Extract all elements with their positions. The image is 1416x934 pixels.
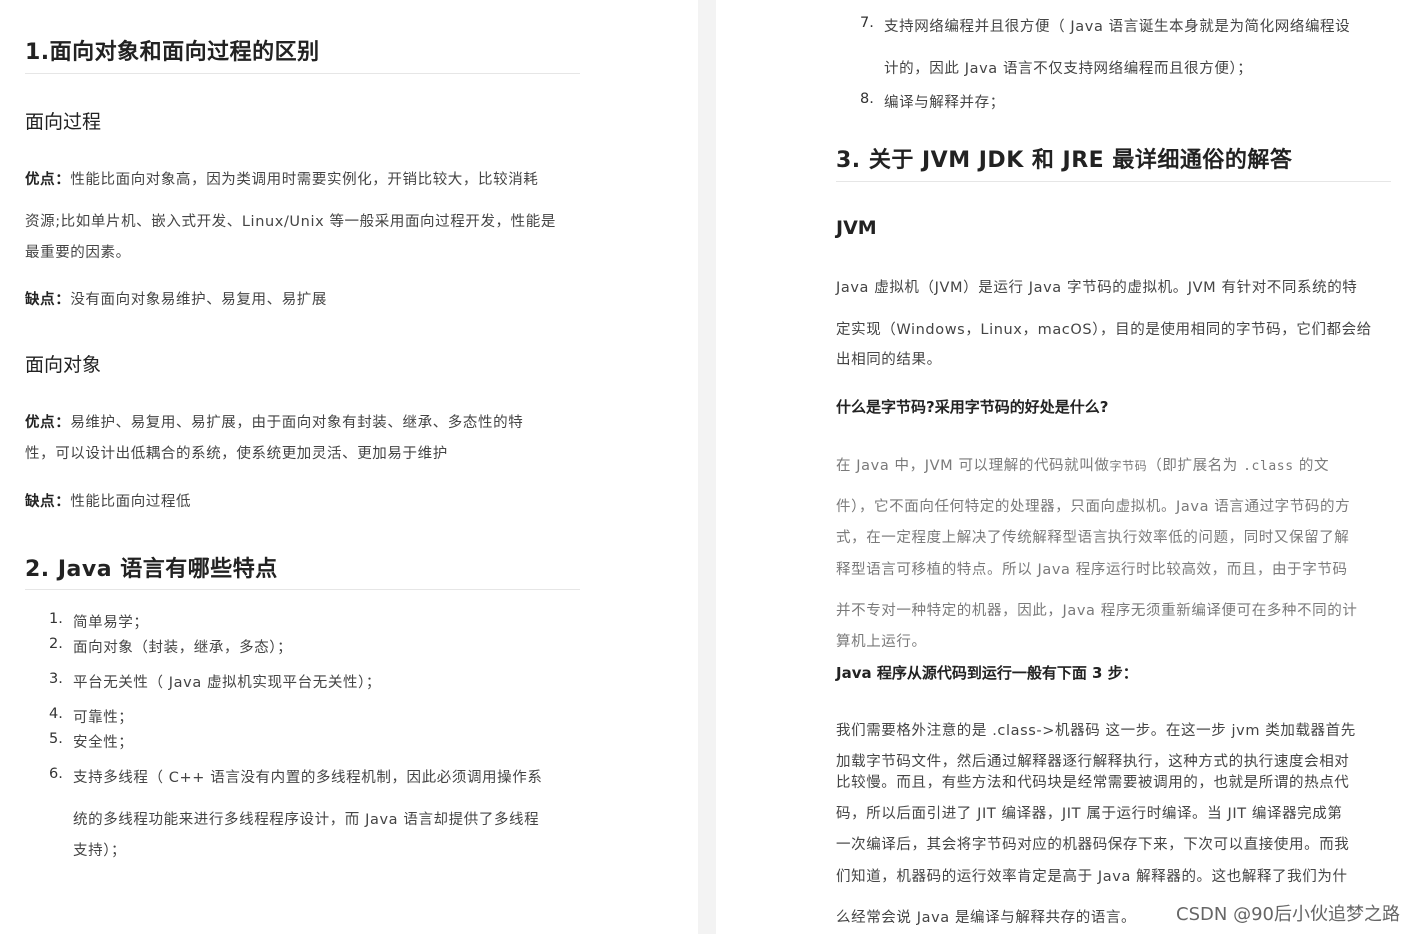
- list-item-number: 5.: [49, 731, 63, 747]
- pros-text: 性能比面向对象高，因为类调用时需要实例化，开销比较大，比较消耗: [70, 172, 539, 188]
- jvm-para-line1: Java 虚拟机（JVM）是运行 Java 字节码的虚拟机。JVM 有针对不同系…: [836, 280, 1358, 296]
- steps-para-line5: 一次编译后，其会将字节码对应的机器码保存下来，下次可以直接使用。而我: [836, 837, 1350, 853]
- cons-label: 缺点：: [25, 494, 71, 510]
- inline-code: .class: [1243, 459, 1294, 474]
- list-item-continuation: 支持）；: [73, 843, 127, 859]
- steps-para-line4: 码，所以后面引进了 JIT 编译器，JIT 属于运行时编译。当 JIT 编译器完…: [836, 806, 1343, 822]
- list-item: 支持多线程（ C++ 语言没有内置的多线程机制，因此必须调用操作系: [73, 770, 543, 786]
- list-item: 面向对象（封装，继承，多态）；: [73, 640, 293, 656]
- oo-pros-line2: 性，可以设计出低耦合的系统，使系统更加灵活、更加易于维护: [25, 446, 448, 462]
- oo-pros-line1: 优点：易维护、易复用、易扩展，由于面向对象有封装、继承、多态性的特: [25, 411, 523, 432]
- procedural-pros-line2: 资源;比如单片机、嵌入式开发、Linux/Unix 等一般采用面向过程开发，性能…: [25, 214, 556, 230]
- pros-label: 优点：: [25, 415, 71, 431]
- text: 在 Java 中，JVM 可以理解的代码就叫做: [836, 458, 1110, 474]
- list-item-continuation: 计的，因此 Java 语言不仅支持网络编程而且很方便）；: [884, 61, 1253, 77]
- jvm-heading: JVM: [836, 217, 877, 239]
- text: （即扩展名为: [1147, 458, 1244, 474]
- list-item: 安全性；: [73, 735, 134, 751]
- bytecode-para-line3: 式，在一定程度上解决了传统解释型语言执行效率低的问题，同时又保留了解: [836, 530, 1350, 546]
- list-item-number: 3.: [49, 671, 63, 687]
- divider: [836, 181, 1391, 182]
- steps-para-line6: 们知道，机器码的运行效率肯定是高于 Java 解释器的。这也解释了我们为什: [836, 869, 1348, 885]
- section-title-jvm-jdk-jre: 3. 关于 JVM JDK 和 JRE 最详细通俗的解答: [836, 148, 1293, 173]
- oo-cons: 缺点：性能比面向过程低: [25, 490, 191, 511]
- bytecode-para-line4: 释型语言可移植的特点。所以 Java 程序运行时比较高效，而且，由于字节码: [836, 562, 1348, 578]
- bytecode-para-line6: 算机上运行。: [836, 634, 927, 650]
- divider: [25, 589, 580, 590]
- bytecode-para-line5: 并不专对一种特定的机器，因此，Java 程序无须重新编译便可在多种不同的计: [836, 603, 1358, 619]
- pros-text: 易维护、易复用、易扩展，由于面向对象有封装、继承、多态性的特: [70, 415, 524, 431]
- list-item: 平台无关性（ Java 虚拟机实现平台无关性）；: [73, 675, 381, 691]
- cons-label: 缺点：: [25, 292, 71, 308]
- text-small: 字节码: [1109, 459, 1148, 473]
- list-item-number: 1.: [49, 611, 63, 627]
- csdn-watermark: CSDN @90后小伙追梦之路: [1176, 904, 1400, 925]
- cons-text: 没有面向对象易维护、易复用、易扩展: [70, 292, 328, 308]
- bytecode-para-line2: 件），它不面向任何特定的处理器，只面向虚拟机。Java 语言通过字节码的方: [836, 499, 1351, 515]
- procedural-pros-line3: 最重要的因素。: [25, 245, 131, 261]
- section-title-oop-vs-procedural: 1.面向对象和面向过程的区别: [25, 40, 320, 65]
- procedural-cons: 缺点：没有面向对象易维护、易复用、易扩展: [25, 288, 327, 309]
- steps-para-line2: 加载字节码文件，然后通过解释器逐行解释执行，这种方式的执行速度会相对: [836, 754, 1350, 770]
- list-item-number: 6.: [49, 766, 63, 782]
- divider: [25, 73, 580, 74]
- list-item-number: 2.: [49, 636, 63, 652]
- list-item: 支持网络编程并且很方便（ Java 语言诞生本身就是为简化网络编程设: [884, 19, 1351, 35]
- subsection-title-procedural: 面向过程: [25, 111, 102, 133]
- list-item-continuation: 统的多线程功能来进行多线程程序设计，而 Java 语言却提供了多线程: [73, 812, 540, 828]
- steps-heading: Java 程序从源代码到运行一般有下面 3 步：: [836, 664, 1138, 682]
- procedural-pros-line1: 优点：性能比面向对象高，因为类调用时需要实例化，开销比较大，比较消耗: [25, 168, 538, 189]
- subsection-title-oo: 面向对象: [25, 354, 102, 376]
- bytecode-question: 什么是字节码?采用字节码的好处是什么?: [836, 398, 1109, 416]
- list-item: 简单易学；: [73, 615, 149, 631]
- left-page: 1.面向对象和面向过程的区别 面向过程 优点：性能比面向对象高，因为类调用时需要…: [0, 0, 698, 934]
- text: 的文: [1293, 458, 1330, 474]
- steps-para-line1: 我们需要格外注意的是 .class->机器码 这一步。在这一步 jvm 类加载器…: [836, 723, 1356, 739]
- section-title-java-features: 2. Java 语言有哪些特点: [25, 557, 278, 582]
- jvm-para-line2: 定实现（Windows，Linux，macOS），目的是使用相同的字节码，它们都…: [836, 322, 1372, 338]
- steps-para-line7: 么经常会说 Java 是编译与解释共存的语言。: [836, 910, 1137, 926]
- cons-text: 性能比面向过程低: [70, 494, 192, 510]
- bytecode-para-line1: 在 Java 中，JVM 可以理解的代码就叫做字节码（即扩展名为 .class …: [836, 454, 1329, 475]
- jvm-para-line3: 出相同的结果。: [836, 352, 942, 368]
- steps-para-line3: 比较慢。而且，有些方法和代码块是经常需要被调用的，也就是所谓的热点代: [836, 775, 1350, 791]
- list-item-number: 8.: [860, 91, 874, 107]
- list-item-number: 7.: [860, 15, 874, 31]
- pros-label: 优点：: [25, 172, 71, 188]
- right-page: 7. 支持网络编程并且很方便（ Java 语言诞生本身就是为简化网络编程设 计的…: [716, 0, 1416, 934]
- list-item: 编译与解释并存；: [884, 95, 1005, 111]
- list-item-number: 4.: [49, 706, 63, 722]
- list-item: 可靠性；: [73, 710, 134, 726]
